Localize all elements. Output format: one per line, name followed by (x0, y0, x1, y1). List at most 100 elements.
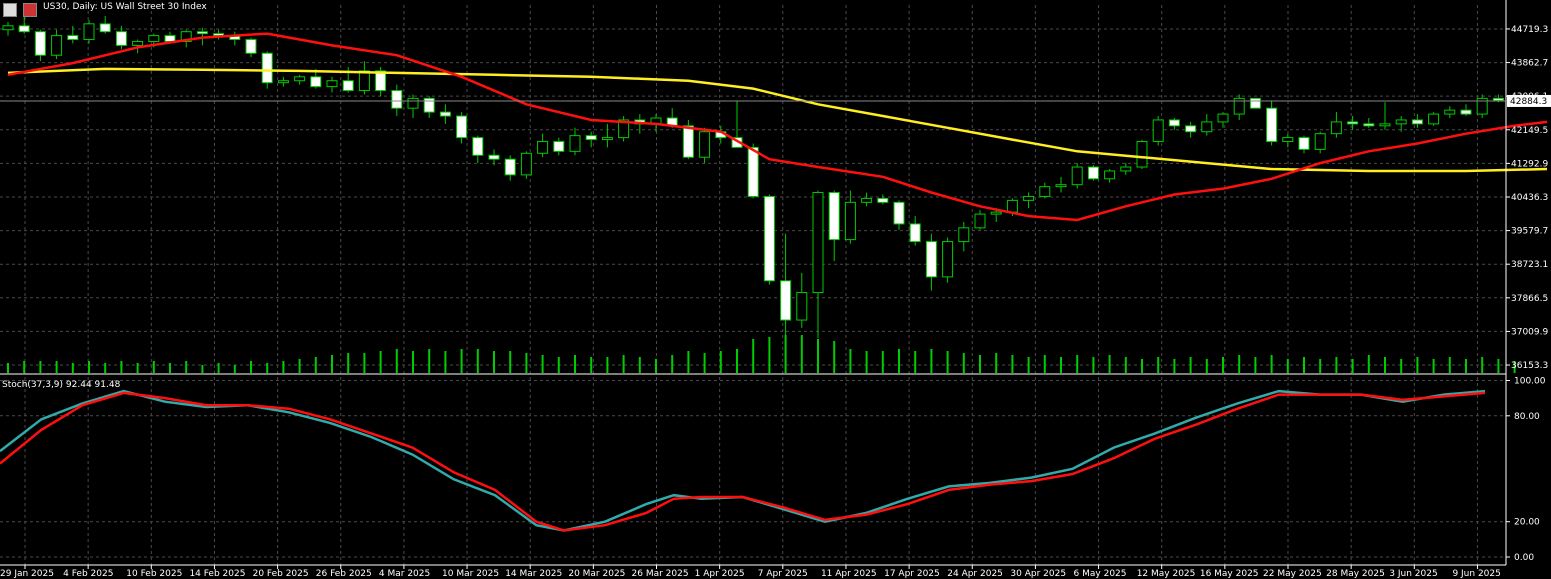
candlesticks (2, 15, 1521, 338)
bullish-candle-body (537, 141, 549, 154)
bearish-candle-body (34, 31, 46, 56)
bullish-candle-body (51, 35, 63, 56)
bearish-candle-body (310, 76, 322, 88)
bullish-candle-body (1330, 121, 1342, 135)
price-tick-label: 43862.7 (1511, 59, 1548, 69)
bullish-candle-body (148, 35, 160, 42)
bearish-candle-body (1347, 121, 1359, 125)
date-tick-label: 22 May 2025 (1263, 569, 1322, 579)
bearish-candle-body (682, 125, 694, 158)
bearish-candle-body (585, 135, 597, 141)
bullish-candle-body (1444, 109, 1456, 115)
date-tick-label: 4 Feb 2025 (63, 569, 113, 579)
bullish-candle-body (407, 97, 419, 109)
symbol-icon[interactable] (23, 3, 37, 17)
date-tick-label: 6 May 2025 (1074, 569, 1127, 579)
bearish-candle-body (1249, 97, 1261, 109)
bearish-candle-body (1185, 125, 1197, 133)
date-tick-label: 17 Apr 2025 (884, 569, 940, 579)
bearish-candle-body (553, 141, 565, 152)
date-tick-label: 16 May 2025 (1200, 569, 1259, 579)
bullish-candle-body (2, 25, 14, 31)
bullish-candle-body (83, 23, 95, 41)
bearish-candle-body (245, 39, 257, 54)
bullish-candle-body (1023, 195, 1035, 201)
bullish-candle-body (1039, 186, 1051, 197)
bullish-candle-body (601, 137, 613, 141)
date-tick-label: 26 Mar 2025 (632, 569, 689, 579)
bearish-candle-body (1168, 119, 1180, 127)
chart-title: US30, Daily: US Wall Street 30 Index (43, 2, 207, 12)
stochastic-signal-line (0, 391, 1486, 532)
date-tick-label: 24 Apr 2025 (947, 569, 1003, 579)
bearish-candle-body (893, 201, 905, 225)
axes: 44719.343862.743006.142149.541292.940436… (0, 0, 1548, 579)
date-tick-label: 28 May 2025 (1326, 569, 1385, 579)
bearish-candle-body (164, 35, 176, 42)
price-tick-label: 37866.5 (1511, 294, 1548, 304)
bullish-candle-body (1104, 170, 1116, 180)
price-tick-label: 37009.9 (1511, 327, 1548, 337)
price-chart[interactable]: 44719.343862.743006.142149.541292.940436… (0, 0, 1551, 579)
bullish-candle-body (942, 241, 954, 278)
bullish-candle-body (1120, 166, 1132, 172)
bullish-candle-body (1055, 184, 1067, 188)
bearish-candle-body (1492, 97, 1504, 101)
bearish-candle-body (504, 158, 516, 176)
date-tick-label: 7 Apr 2025 (758, 569, 808, 579)
price-tick-label: 39579.7 (1511, 227, 1548, 237)
bearish-candle-body (439, 111, 451, 117)
date-tick-label: 4 Mar 2025 (379, 569, 430, 579)
bearish-candle-body (1411, 119, 1423, 125)
price-tick-label: 40436.3 (1511, 193, 1548, 203)
bearish-candle-body (909, 223, 921, 243)
date-tick-label: 26 Feb 2025 (316, 569, 372, 579)
date-tick-label: 9 Jun 2025 (1452, 569, 1500, 579)
bearish-candle-body (18, 25, 30, 33)
stoch-tick-label: 0.00 (1514, 553, 1534, 563)
bearish-candle-body (877, 197, 889, 203)
price-tick-label: 41292.9 (1511, 159, 1548, 169)
stoch-tick-label: 100.00 (1514, 377, 1546, 387)
chart-menu-icon[interactable] (3, 3, 17, 17)
bearish-candle-body (488, 154, 500, 160)
bearish-candle-body (472, 137, 484, 156)
bullish-candle-body (294, 76, 306, 82)
bearish-candle-body (763, 195, 775, 282)
stochastic-main-line (0, 389, 1486, 532)
price-tick-label: 38723.1 (1511, 260, 1548, 270)
date-tick-label: 1 Apr 2025 (695, 569, 745, 579)
current-price-text: 42884.3 (1510, 97, 1547, 107)
date-tick-label: 10 Mar 2025 (442, 569, 499, 579)
bullish-candle-body (812, 192, 824, 294)
bullish-candle-body (1201, 121, 1213, 133)
slow-moving-average-line (7, 67, 1548, 173)
date-tick-label: 12 May 2025 (1137, 569, 1196, 579)
date-tick-label: 29 Jan 2025 (0, 569, 54, 579)
bearish-candle-body (342, 80, 354, 92)
stoch-tick-label: 80.00 (1514, 412, 1540, 422)
bullish-candle-body (958, 227, 970, 243)
bearish-candle-body (1363, 123, 1375, 127)
date-tick-label: 3 Jun 2025 (1389, 569, 1437, 579)
bearish-candle-body (456, 115, 468, 139)
bullish-candle-body (1282, 137, 1294, 143)
bearish-candle-body (1266, 107, 1278, 143)
stoch-tick-label: 20.00 (1514, 518, 1540, 528)
bullish-candle-body (861, 197, 873, 203)
price-tick-label: 42149.5 (1511, 126, 1548, 136)
bearish-candle-body (1087, 166, 1099, 180)
bullish-candle-body (796, 292, 808, 321)
bullish-candle-body (1071, 166, 1083, 186)
bearish-candle-body (1298, 137, 1310, 150)
bullish-candle-body (326, 80, 338, 88)
price-tick-label: 44719.3 (1511, 25, 1548, 35)
volume-bars (7, 335, 1516, 373)
bearish-candle-body (261, 52, 273, 84)
bullish-candle-body (132, 40, 144, 46)
bullish-candle-body (699, 131, 711, 158)
bearish-candle-body (925, 241, 937, 278)
date-tick-label: 30 Apr 2025 (1010, 569, 1066, 579)
bearish-candle-body (423, 97, 435, 113)
date-tick-label: 20 Feb 2025 (253, 569, 309, 579)
